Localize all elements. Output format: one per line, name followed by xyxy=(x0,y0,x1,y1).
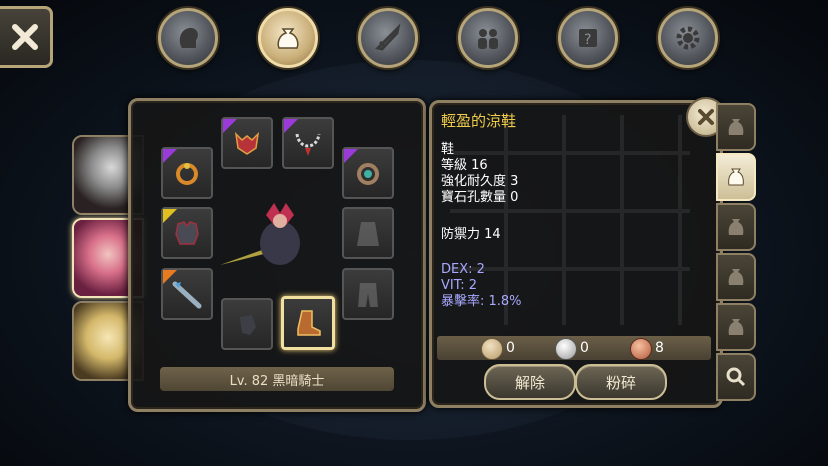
equip-slot-weapon[interactable] xyxy=(161,268,213,320)
nav-quest-button[interactable]: ? xyxy=(558,8,618,68)
nav-character-button[interactable] xyxy=(158,8,218,68)
equip-slot-necklace[interactable] xyxy=(282,117,334,169)
gear-icon xyxy=(676,26,700,50)
bag-icon xyxy=(728,319,744,335)
character-level-label: Lv. 82 黑暗騎士 xyxy=(160,367,394,391)
svg-text:?: ? xyxy=(584,32,591,48)
silver-coin-icon xyxy=(555,338,577,360)
equip-slot-cloak[interactable] xyxy=(342,207,394,259)
rarity-corner xyxy=(163,149,177,163)
equip-slot-ring-left[interactable] xyxy=(161,147,213,199)
cloak-icon xyxy=(357,222,379,246)
gloves-icon xyxy=(240,315,256,335)
head-icon xyxy=(179,27,198,48)
equip-slot-gloves[interactable] xyxy=(221,298,273,350)
bag-tab-4[interactable] xyxy=(716,253,756,301)
item-stat-dex: DEX: 2 xyxy=(441,262,485,277)
copper-coin-icon xyxy=(630,338,652,360)
equip-slot-boots[interactable] xyxy=(281,296,335,350)
item-defense: 防禦力 14 xyxy=(441,227,501,242)
bag-icon xyxy=(728,219,744,235)
smash-button[interactable]: 粉碎 xyxy=(575,364,667,400)
bronze-coin-count: 0 xyxy=(506,340,515,356)
pants-icon xyxy=(358,283,378,307)
bag-icon xyxy=(728,269,744,285)
rarity-corner xyxy=(344,149,358,163)
rarity-corner xyxy=(223,119,237,133)
item-type: 鞋 xyxy=(441,142,455,157)
nav-bag-button[interactable] xyxy=(258,8,318,68)
close-icon xyxy=(698,109,714,125)
bag-search-tab[interactable] xyxy=(716,353,756,401)
bag-icon xyxy=(728,168,744,186)
search-icon xyxy=(726,367,746,387)
bag-tab-2[interactable] xyxy=(716,153,756,201)
bag-tab-1[interactable] xyxy=(716,103,756,151)
item-name: 輕盈的涼鞋 xyxy=(441,112,517,130)
character-model xyxy=(220,203,300,265)
rarity-corner xyxy=(163,209,177,223)
nav-party-button[interactable] xyxy=(458,8,518,68)
silver-coin-count: 0 xyxy=(580,340,589,356)
equip-slot-helmet[interactable] xyxy=(221,117,273,169)
bag-tab-3[interactable] xyxy=(716,203,756,251)
people-icon xyxy=(478,29,498,49)
nav-skill-button[interactable] xyxy=(358,8,418,68)
close-icon xyxy=(12,24,38,50)
nav-settings-button[interactable] xyxy=(658,8,718,68)
equip-slot-pants[interactable] xyxy=(342,268,394,320)
scroll-icon: ? xyxy=(579,29,597,48)
equip-slot-armor[interactable] xyxy=(161,207,213,259)
bag-tab-5[interactable] xyxy=(716,303,756,351)
item-level: 等級 16 xyxy=(441,158,488,173)
boots-icon xyxy=(297,310,321,336)
copper-coin-count: 8 xyxy=(655,340,664,356)
unequip-button[interactable]: 解除 xyxy=(484,364,576,400)
rarity-corner xyxy=(284,119,298,133)
item-gem-slots: 寶石孔數量 0 xyxy=(441,190,519,205)
bronze-coin-icon xyxy=(481,338,503,360)
item-stat-crit: 暴擊率: 1.8% xyxy=(441,294,522,309)
item-durability: 強化耐久度 3 xyxy=(441,174,519,189)
close-button[interactable] xyxy=(0,6,53,68)
bag-icon xyxy=(277,28,299,49)
bag-icon xyxy=(728,119,744,135)
item-stat-vit: VIT: 2 xyxy=(441,278,478,293)
currency-bar: 0 0 8 xyxy=(437,336,711,360)
rarity-corner xyxy=(163,270,177,284)
sword-icon xyxy=(375,23,401,51)
equip-slot-ring-right[interactable] xyxy=(342,147,394,199)
